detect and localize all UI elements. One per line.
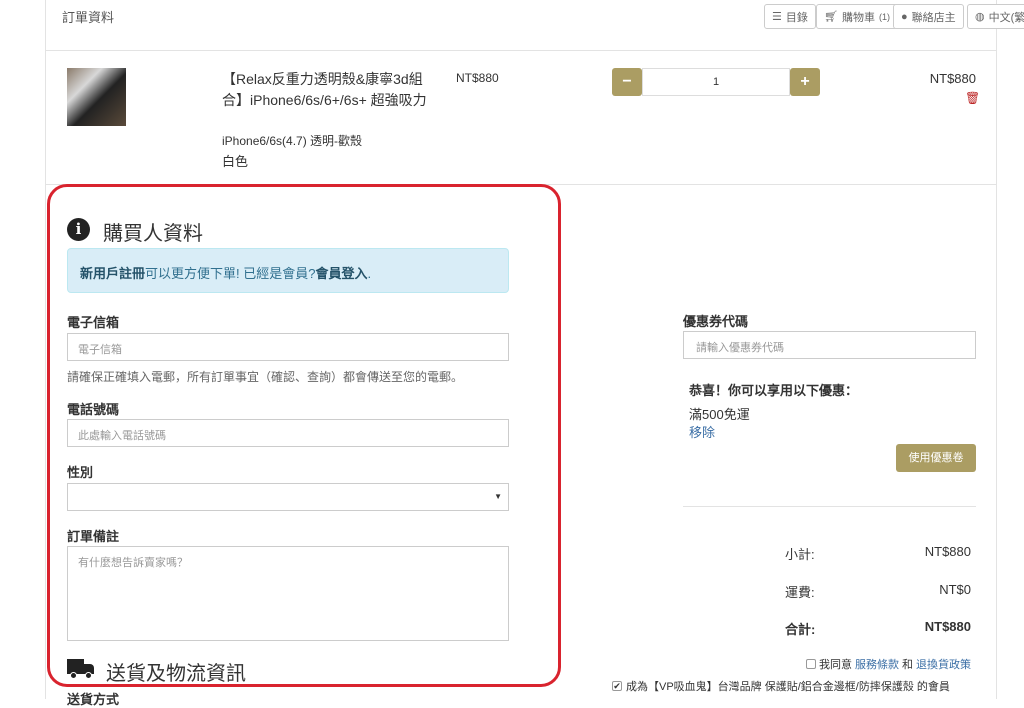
language-button[interactable]: ◍ 中文(繁 xyxy=(967,4,1024,29)
dropdown-arrow-icon: ▼ xyxy=(494,492,502,501)
product-variant: iPhone6/6s(4.7) 透明-歡殼 xyxy=(222,134,363,148)
line-total: NT$880 xyxy=(929,71,976,86)
increase-quantity-button[interactable]: + xyxy=(790,68,820,96)
globe-icon: ◍ xyxy=(975,11,985,23)
cart-button[interactable]: 🛒︎ 購物車 (1) xyxy=(816,4,898,29)
order-note-textarea[interactable]: 有什麼想告訴賣家嗎？ xyxy=(67,546,509,641)
product-color: 白色 xyxy=(222,154,249,169)
coupon-offer: 滿500免運 xyxy=(689,407,750,422)
login-alert: 新用戶註冊可以更方便下單! 已經是會員?會員登入. xyxy=(67,248,509,293)
register-link[interactable]: 新用戶註冊 xyxy=(80,266,145,281)
terms-agreement: 我同意 服務條款和退換貨政策 xyxy=(806,656,971,672)
note-label: 訂單備註 xyxy=(67,529,120,544)
gender-label: 性別 xyxy=(67,465,94,480)
trash-icon[interactable]: 🗑︎ xyxy=(965,91,980,105)
right-border xyxy=(996,0,997,699)
email-field[interactable]: 電子信箱 xyxy=(67,333,509,361)
chat-icon: ● xyxy=(901,10,908,23)
list-icon: ☰ xyxy=(772,11,782,23)
terms-checkbox[interactable] xyxy=(806,659,816,669)
product-name[interactable]: 【Relax反重力透明殼&康寧3d組合】iPhone6/6s/6+/6s+ 超強… xyxy=(222,69,432,111)
gender-select[interactable]: ▼ xyxy=(67,483,509,511)
divider xyxy=(45,50,996,51)
subtotal-value: NT$880 xyxy=(924,544,971,559)
unit-price: NT$880 xyxy=(456,71,499,85)
terms-link[interactable]: 服務條款 xyxy=(855,656,899,672)
cart-icon: 🛒︎ xyxy=(824,11,838,23)
truck-icon xyxy=(67,659,94,679)
coupon-congrats: 恭喜！你可以享用以下優惠： xyxy=(689,383,859,398)
apply-coupon-button[interactable]: 使用優惠卷 xyxy=(896,444,976,472)
coupon-input[interactable]: 請輸入優惠券代碼 xyxy=(683,331,976,359)
member-signup: ✔ 成為【VP吸血鬼】台灣品牌 保護貼/鋁合金邊框/防摔保護殼 的會員 xyxy=(612,681,950,693)
total-value: NT$880 xyxy=(924,619,971,634)
phone-label: 電話號碼 xyxy=(67,402,120,417)
quantity-input[interactable]: 1 xyxy=(642,68,790,96)
product-thumbnail[interactable] xyxy=(67,68,126,126)
coupon-label: 優惠券代碼 xyxy=(683,314,749,329)
login-link[interactable]: 會員登入 xyxy=(315,266,367,281)
page-title: 訂單資料 xyxy=(62,10,115,25)
decrease-quantity-button[interactable]: − xyxy=(612,68,642,96)
info-icon: i xyxy=(67,218,90,241)
member-checkbox[interactable]: ✔ xyxy=(612,681,622,691)
shipping-section-title: 送貨及物流資訊 xyxy=(106,663,246,685)
contact-button[interactable]: ● 聯絡店主 xyxy=(893,4,964,29)
subtotal-label: 小計: xyxy=(785,547,815,562)
shipping-fee-label: 運費: xyxy=(785,585,815,600)
return-policy-link[interactable]: 退換貨政策 xyxy=(916,656,971,672)
total-label: 合計: xyxy=(785,622,816,637)
remove-coupon-link[interactable]: 移除 xyxy=(689,422,715,441)
email-label: 電子信箱 xyxy=(67,315,120,330)
email-help: 請確保正確填入電郵，所有訂單事宜（確認、查詢）都會傳送至您的電郵。 xyxy=(67,370,464,384)
menu-button[interactable]: ☰ 目錄 xyxy=(764,4,816,29)
phone-field[interactable]: 此處輸入電話號碼 xyxy=(67,419,509,447)
shipping-fee-value: NT$0 xyxy=(939,582,971,597)
divider xyxy=(683,506,976,507)
buyer-section-title: 購買人資料 xyxy=(103,223,203,245)
left-border xyxy=(45,0,46,699)
